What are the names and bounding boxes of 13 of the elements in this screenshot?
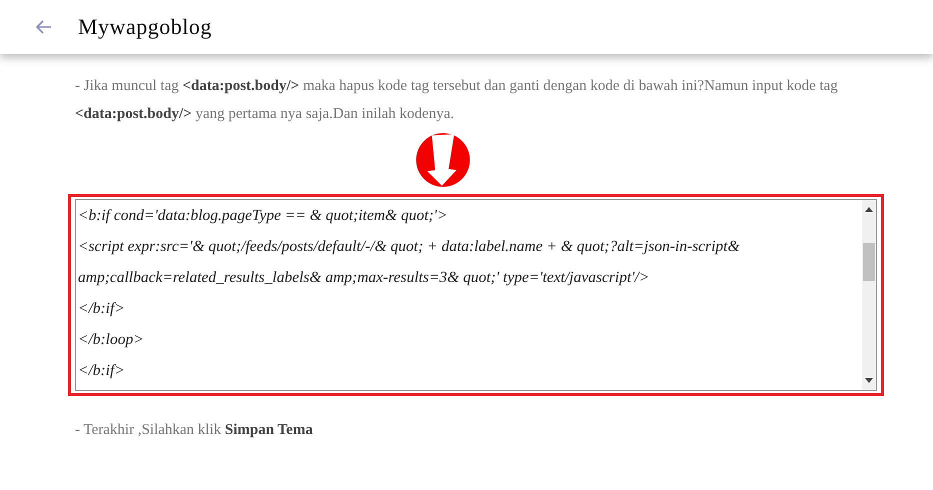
code-line: </b:if> bbox=[78, 299, 126, 319]
blog-title: Mywapgoblog bbox=[78, 14, 212, 40]
instruction-text: - Jika muncul tag <data:post.body/> maka hapus kode tag tersebut dan ganti dengan kode di bawah ini?Namun input kode tag <data:post.body/> yang pertama nya saja.Dan inilah kodenya. bbox=[75, 77, 839, 124]
scrollbar-thumb[interactable] bbox=[863, 243, 875, 281]
scrollbar[interactable] bbox=[862, 200, 876, 390]
code-line: </b:if> bbox=[78, 361, 126, 381]
scroll-down-icon[interactable] bbox=[865, 378, 873, 384]
back-arrow-icon[interactable] bbox=[36, 20, 52, 34]
code-line: </b:loop> bbox=[78, 330, 145, 350]
scroll-up-icon[interactable] bbox=[865, 206, 873, 212]
code-line: <b:if cond='data:blog.pageType == & quot;item& quot;'> bbox=[78, 206, 448, 226]
final-step-text: - Terakhir ,Silahkan klik Simpan Tema bbox=[75, 422, 314, 439]
code-line: <script expr:src='& quot;/feeds/posts/default/-/& quot; + data:label.name + & quot;?alt=json-in-script& amp;callback=related_results_labels& amp;max-results=3& quot;' type='text/javascript'/> bbox=[78, 237, 741, 288]
